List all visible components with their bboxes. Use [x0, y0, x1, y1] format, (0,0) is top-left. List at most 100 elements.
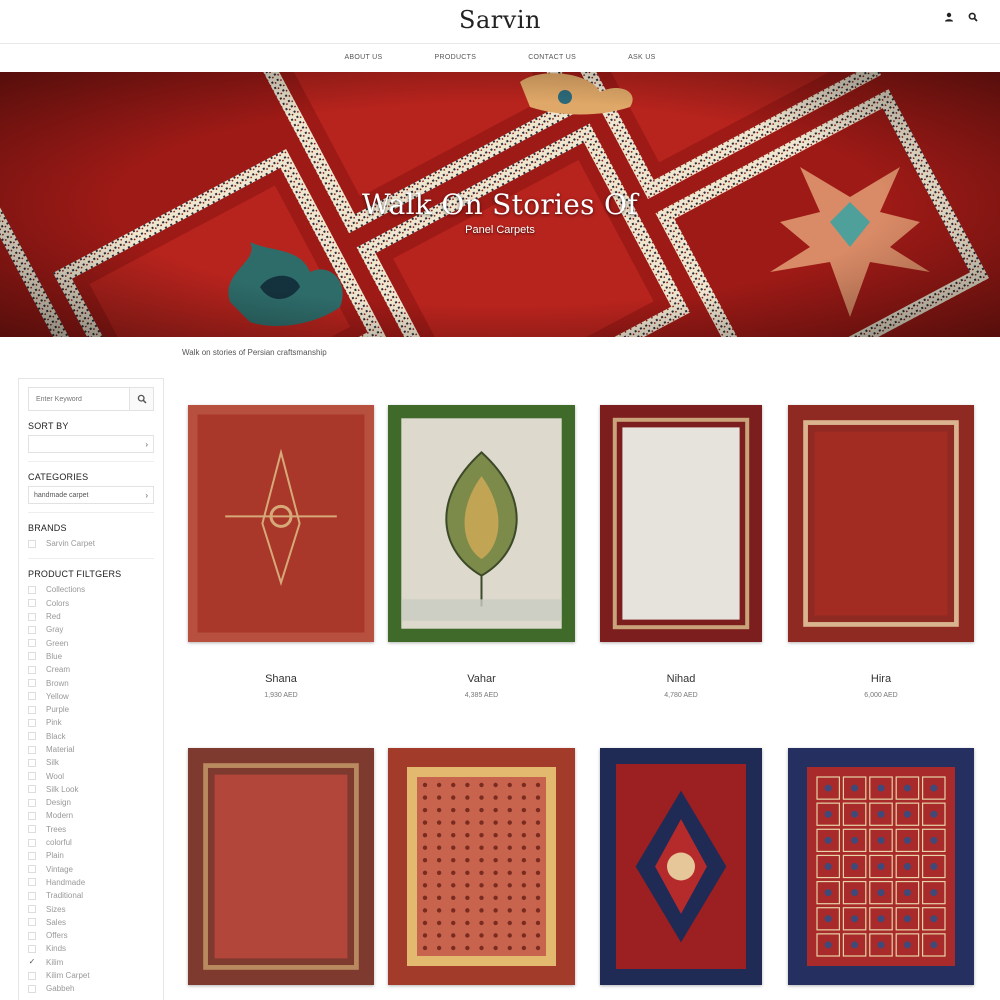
filter-option[interactable]: Green [28, 636, 154, 649]
filter-option-label: Black [46, 731, 66, 741]
product-image[interactable] [388, 405, 575, 642]
checkbox[interactable] [28, 891, 36, 900]
checkbox[interactable] [28, 798, 36, 807]
filter-option[interactable]: Modern [28, 809, 154, 822]
filter-option[interactable]: Handmade [28, 876, 154, 889]
filter-option[interactable]: Traditional [28, 889, 154, 902]
nav-contact-us[interactable]: CONTACT US [502, 44, 602, 72]
filter-option[interactable]: Purple [28, 703, 154, 716]
checkbox[interactable] [28, 599, 36, 608]
checkbox[interactable] [28, 718, 36, 727]
filter-option[interactable]: Brown [28, 676, 154, 689]
checkbox[interactable] [28, 825, 36, 834]
checkbox[interactable] [28, 639, 36, 648]
filter-sidebar: SORT BY › CATEGORIES handmade carpet › B… [18, 378, 164, 1000]
checkbox[interactable] [28, 705, 36, 714]
filter-option[interactable]: Trees [28, 823, 154, 836]
checkbox[interactable] [28, 971, 36, 980]
site-logo[interactable]: Sarvin [0, 6, 1000, 34]
checkbox[interactable] [28, 944, 36, 953]
filter-option[interactable]: Material [28, 743, 154, 756]
filter-option-label: Offers [46, 931, 68, 941]
filter-option-label: Sizes [46, 904, 66, 914]
filter-option[interactable]: Red [28, 610, 154, 623]
keyword-input[interactable] [29, 388, 129, 410]
filter-option[interactable]: Colors [28, 597, 154, 610]
filter-option[interactable]: ✓ Kilim [28, 956, 154, 969]
filter-option[interactable]: Offers [28, 929, 154, 942]
filter-option[interactable]: Vintage [28, 863, 154, 876]
header-icons [944, 12, 978, 22]
brand-list: Sarvin Carpet [28, 537, 154, 550]
filter-option[interactable]: Sizes [28, 902, 154, 915]
checkbox[interactable] [28, 918, 36, 927]
checkbox[interactable] [28, 692, 36, 701]
filter-option[interactable]: colorful [28, 836, 154, 849]
product-image[interactable] [788, 748, 974, 985]
filter-option[interactable]: Plain [28, 849, 154, 862]
product-name[interactable]: Vahar [387, 673, 577, 685]
checkbox[interactable] [28, 585, 36, 594]
filter-option[interactable]: Kilim Carpet [28, 969, 154, 982]
product-image[interactable] [388, 748, 575, 985]
filter-option[interactable]: Gray [28, 623, 154, 636]
checkbox[interactable] [28, 785, 36, 794]
filter-option[interactable]: Pink [28, 716, 154, 729]
user-icon[interactable] [944, 12, 954, 22]
filter-option[interactable]: Yellow [28, 690, 154, 703]
hero-banner: Walk On Stories Of Panel Carpets [0, 72, 1000, 337]
product-name[interactable]: Hira [786, 673, 976, 685]
checkmark-icon[interactable]: ✓ [28, 958, 36, 966]
filter-option-label: Traditional [46, 891, 84, 901]
checkbox[interactable] [28, 612, 36, 621]
checkbox[interactable] [28, 851, 36, 860]
nav-about-us[interactable]: ABOUT US [318, 44, 408, 72]
filter-option[interactable]: Sarvin Carpet [28, 537, 154, 550]
checkbox[interactable] [28, 652, 36, 661]
checkbox[interactable] [28, 931, 36, 940]
checkbox[interactable] [28, 838, 36, 847]
nav-products[interactable]: PRODUCTS [409, 44, 503, 72]
filter-option-label: Gabbeh [46, 984, 75, 994]
product-image[interactable] [600, 748, 762, 985]
filter-option[interactable]: Silk [28, 756, 154, 769]
filter-option-label: Material [46, 745, 75, 754]
filter-option[interactable]: Silk Look [28, 783, 154, 796]
checkbox[interactable] [28, 772, 36, 781]
filter-option-label: Cream [46, 665, 71, 675]
filter-option[interactable]: Cream [28, 663, 154, 676]
checkbox[interactable] [28, 878, 36, 887]
product-image[interactable] [788, 405, 974, 642]
checkbox[interactable] [28, 539, 36, 548]
filter-option[interactable]: Gabbeh [28, 982, 154, 995]
checkbox[interactable] [28, 811, 36, 820]
filter-option[interactable]: Kinds [28, 942, 154, 955]
product-name[interactable]: Shana [186, 673, 376, 685]
filter-option[interactable]: Black [28, 730, 154, 743]
search-icon[interactable] [968, 12, 978, 22]
checkbox[interactable] [28, 745, 36, 754]
search-button[interactable] [129, 388, 153, 410]
product-name[interactable]: Nihad [586, 673, 776, 685]
product-price: 4,780 AED [664, 692, 698, 699]
product-image[interactable] [188, 405, 374, 642]
checkbox[interactable] [28, 758, 36, 767]
filter-option[interactable]: Collections [28, 583, 154, 596]
sort-select[interactable]: › [28, 435, 154, 453]
category-select[interactable]: handmade carpet › [28, 486, 154, 504]
filter-option-label: Kilim Carpet [46, 971, 90, 981]
checkbox[interactable] [28, 625, 36, 634]
product-image[interactable] [600, 405, 762, 642]
checkbox[interactable] [28, 865, 36, 874]
nav-ask-us[interactable]: ASK US [602, 44, 681, 72]
checkbox[interactable] [28, 665, 36, 674]
checkbox[interactable] [28, 732, 36, 741]
filter-option[interactable]: Wool [28, 769, 154, 782]
checkbox[interactable] [28, 905, 36, 914]
filter-option[interactable]: Blue [28, 650, 154, 663]
checkbox[interactable] [28, 984, 36, 993]
filter-option[interactable]: Sales [28, 916, 154, 929]
checkbox[interactable] [28, 679, 36, 688]
filter-option[interactable]: Design [28, 796, 154, 809]
product-image[interactable] [188, 748, 374, 985]
